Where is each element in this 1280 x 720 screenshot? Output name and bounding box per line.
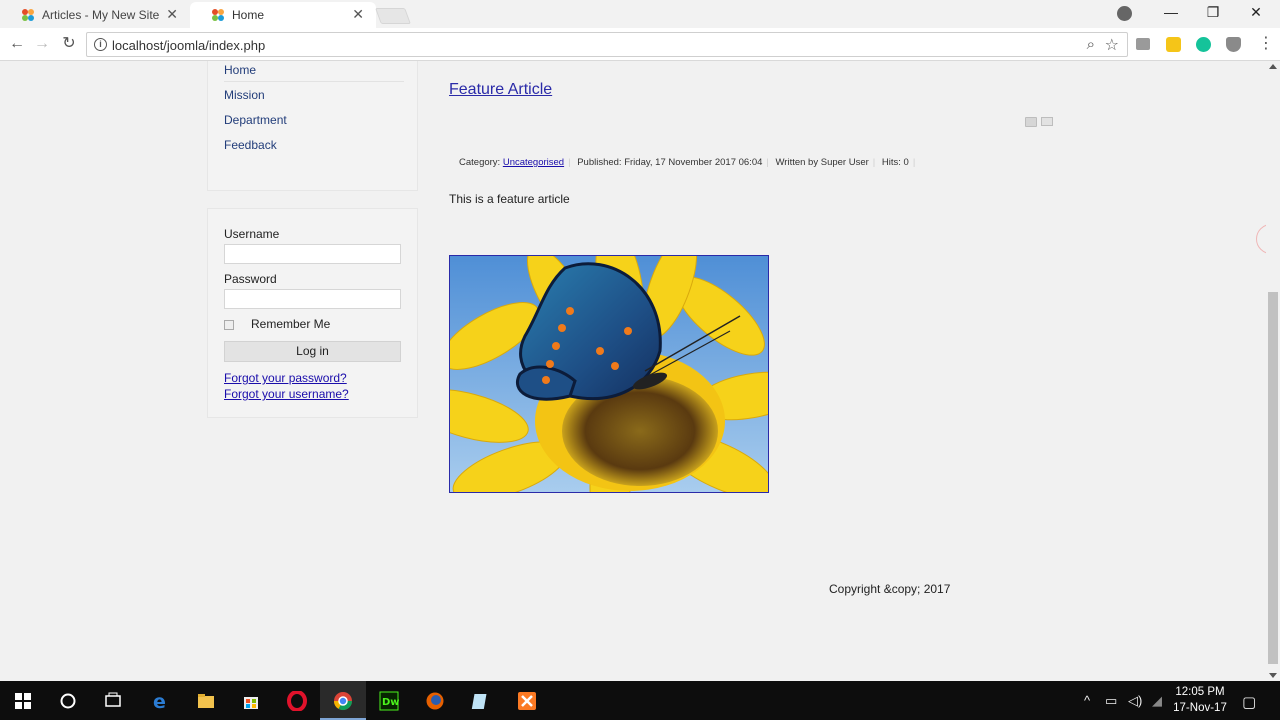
svg-text:Dw: Dw — [382, 697, 399, 708]
file-explorer-icon[interactable] — [183, 681, 229, 720]
address-bar[interactable]: i localhost/joomla/index.php ⌕ ☆ — [86, 32, 1128, 57]
menu-item-feedback[interactable]: Feedback — [224, 138, 277, 152]
network-icon[interactable]: ◢ — [1152, 693, 1162, 709]
task-view-icon[interactable] — [90, 681, 136, 720]
shield-extension-icon[interactable] — [1226, 37, 1241, 52]
forward-icon[interactable]: → — [32, 34, 52, 54]
remember-me-label: Remember Me — [251, 317, 331, 331]
hits-count: Hits: 0 — [881, 157, 909, 168]
camera-extension-icon[interactable] — [1136, 38, 1150, 50]
chrome-icon[interactable] — [320, 681, 366, 720]
reload-icon[interactable]: ↻ — [59, 34, 79, 54]
article-body: This is a feature article — [449, 192, 570, 206]
scroll-down-icon[interactable] — [1269, 673, 1277, 678]
new-tab-button[interactable] — [375, 8, 411, 24]
profile-icon[interactable] — [1117, 6, 1132, 21]
svg-text:e: e — [153, 691, 166, 711]
browser-toolbar: ← → ↻ i localhost/joomla/index.php ⌕ ☆ ⋮ — [0, 28, 1280, 61]
category-label: Category: — [459, 157, 501, 168]
butterfly-image — [449, 255, 769, 493]
forgot-password-link[interactable]: Forgot your password? — [224, 371, 347, 385]
xampp-icon[interactable] — [504, 681, 550, 720]
cortana-icon[interactable] — [45, 681, 91, 720]
scrollbar-thumb[interactable] — [1268, 292, 1278, 664]
scroll-up-icon[interactable] — [1269, 64, 1277, 69]
login-form: Username Password Remember Me Log in For… — [207, 208, 418, 418]
article-title-link[interactable]: Feature Article — [449, 81, 552, 99]
notepad-icon[interactable] — [458, 681, 504, 720]
edge-icon[interactable]: e — [137, 681, 183, 720]
menu-item-department[interactable]: Department — [224, 113, 287, 127]
windows-taskbar: e Dw ^ ▭ ◁) ◢ 12:05 PM 17-Nov-17 ▢ — [0, 681, 1280, 720]
meta-divider: | — [912, 157, 916, 168]
remember-me-checkbox[interactable] — [224, 320, 234, 330]
login-button[interactable]: Log in — [224, 341, 401, 362]
close-tab-icon[interactable]: ✕ — [166, 7, 178, 21]
battery-icon[interactable]: ▭ — [1105, 693, 1117, 709]
notification-icon[interactable]: ▢ — [1242, 693, 1256, 711]
article-meta: Category: Uncategorised | Published: Frid… — [459, 157, 919, 168]
yellow-extension-icon[interactable] — [1166, 37, 1181, 52]
clock-date: 17-Nov-17 — [1173, 702, 1227, 714]
meta-divider: | — [766, 157, 769, 168]
copyright-text: Copyright &copy; 2017 — [829, 582, 951, 596]
firefox-icon[interactable] — [412, 681, 458, 720]
show-hidden-icons[interactable]: ^ — [1084, 693, 1090, 708]
close-window-icon[interactable]: ✕ — [1246, 4, 1266, 21]
restore-icon[interactable]: ❐ — [1203, 4, 1223, 21]
browser-menu-icon[interactable]: ⋮ — [1258, 36, 1274, 52]
system-clock[interactable]: 12:05 PM 17-Nov-17 — [1166, 684, 1234, 716]
page-viewport: Home Mission Department Feedback Usernam… — [0, 61, 1266, 681]
opera-icon[interactable] — [274, 681, 320, 720]
category-link[interactable]: Uncategorised — [503, 157, 564, 168]
tab-articles[interactable]: Articles - My New Site - A ✕ — [0, 2, 190, 28]
meta-divider: | — [872, 157, 876, 168]
tab-home[interactable]: Home ✕ — [190, 2, 376, 28]
joomla-icon — [212, 9, 224, 21]
close-tab-icon[interactable]: ✕ — [352, 7, 364, 21]
store-icon[interactable] — [228, 681, 274, 720]
bookmark-star-icon[interactable]: ☆ — [1105, 35, 1119, 55]
start-icon[interactable] — [0, 681, 46, 720]
back-icon[interactable]: ← — [7, 34, 27, 54]
username-field[interactable] — [224, 244, 401, 264]
grammarly-extension-icon[interactable] — [1196, 37, 1211, 52]
zoom-icon[interactable]: ⌕ — [1087, 36, 1095, 53]
dreamweaver-icon[interactable]: Dw — [366, 681, 412, 720]
menu-divider — [224, 81, 404, 82]
forgot-username-link[interactable]: Forgot your username? — [224, 387, 349, 401]
meta-divider: | — [568, 157, 571, 168]
main-menu: Home Mission Department Feedback — [207, 61, 418, 191]
email-icon[interactable] — [1041, 117, 1053, 126]
password-field[interactable] — [224, 289, 401, 309]
joomla-icon — [22, 9, 34, 21]
info-icon[interactable]: i — [94, 38, 107, 51]
print-icon[interactable] — [1025, 117, 1037, 127]
menu-item-mission[interactable]: Mission — [224, 88, 265, 102]
username-label: Username — [224, 227, 280, 241]
clock-time: 12:05 PM — [1175, 686, 1225, 698]
author: Written by Super User — [775, 157, 869, 168]
tab-title: Home — [232, 8, 265, 22]
url-text: localhost/joomla/index.php — [112, 38, 266, 53]
cursor-highlight — [1256, 224, 1266, 254]
published-date: Published: Friday, 17 November 2017 06:0… — [577, 157, 763, 168]
minimize-icon[interactable]: — — [1161, 4, 1181, 20]
page-scrollbar[interactable] — [1266, 61, 1280, 681]
volume-icon[interactable]: ◁) — [1128, 693, 1142, 709]
menu-item-home[interactable]: Home — [224, 63, 256, 77]
tab-strip: Articles - My New Site - A ✕ Home ✕ — ❐ … — [0, 0, 1280, 28]
tab-title: Articles - My New Site - A — [42, 8, 160, 22]
password-label: Password — [224, 272, 277, 286]
